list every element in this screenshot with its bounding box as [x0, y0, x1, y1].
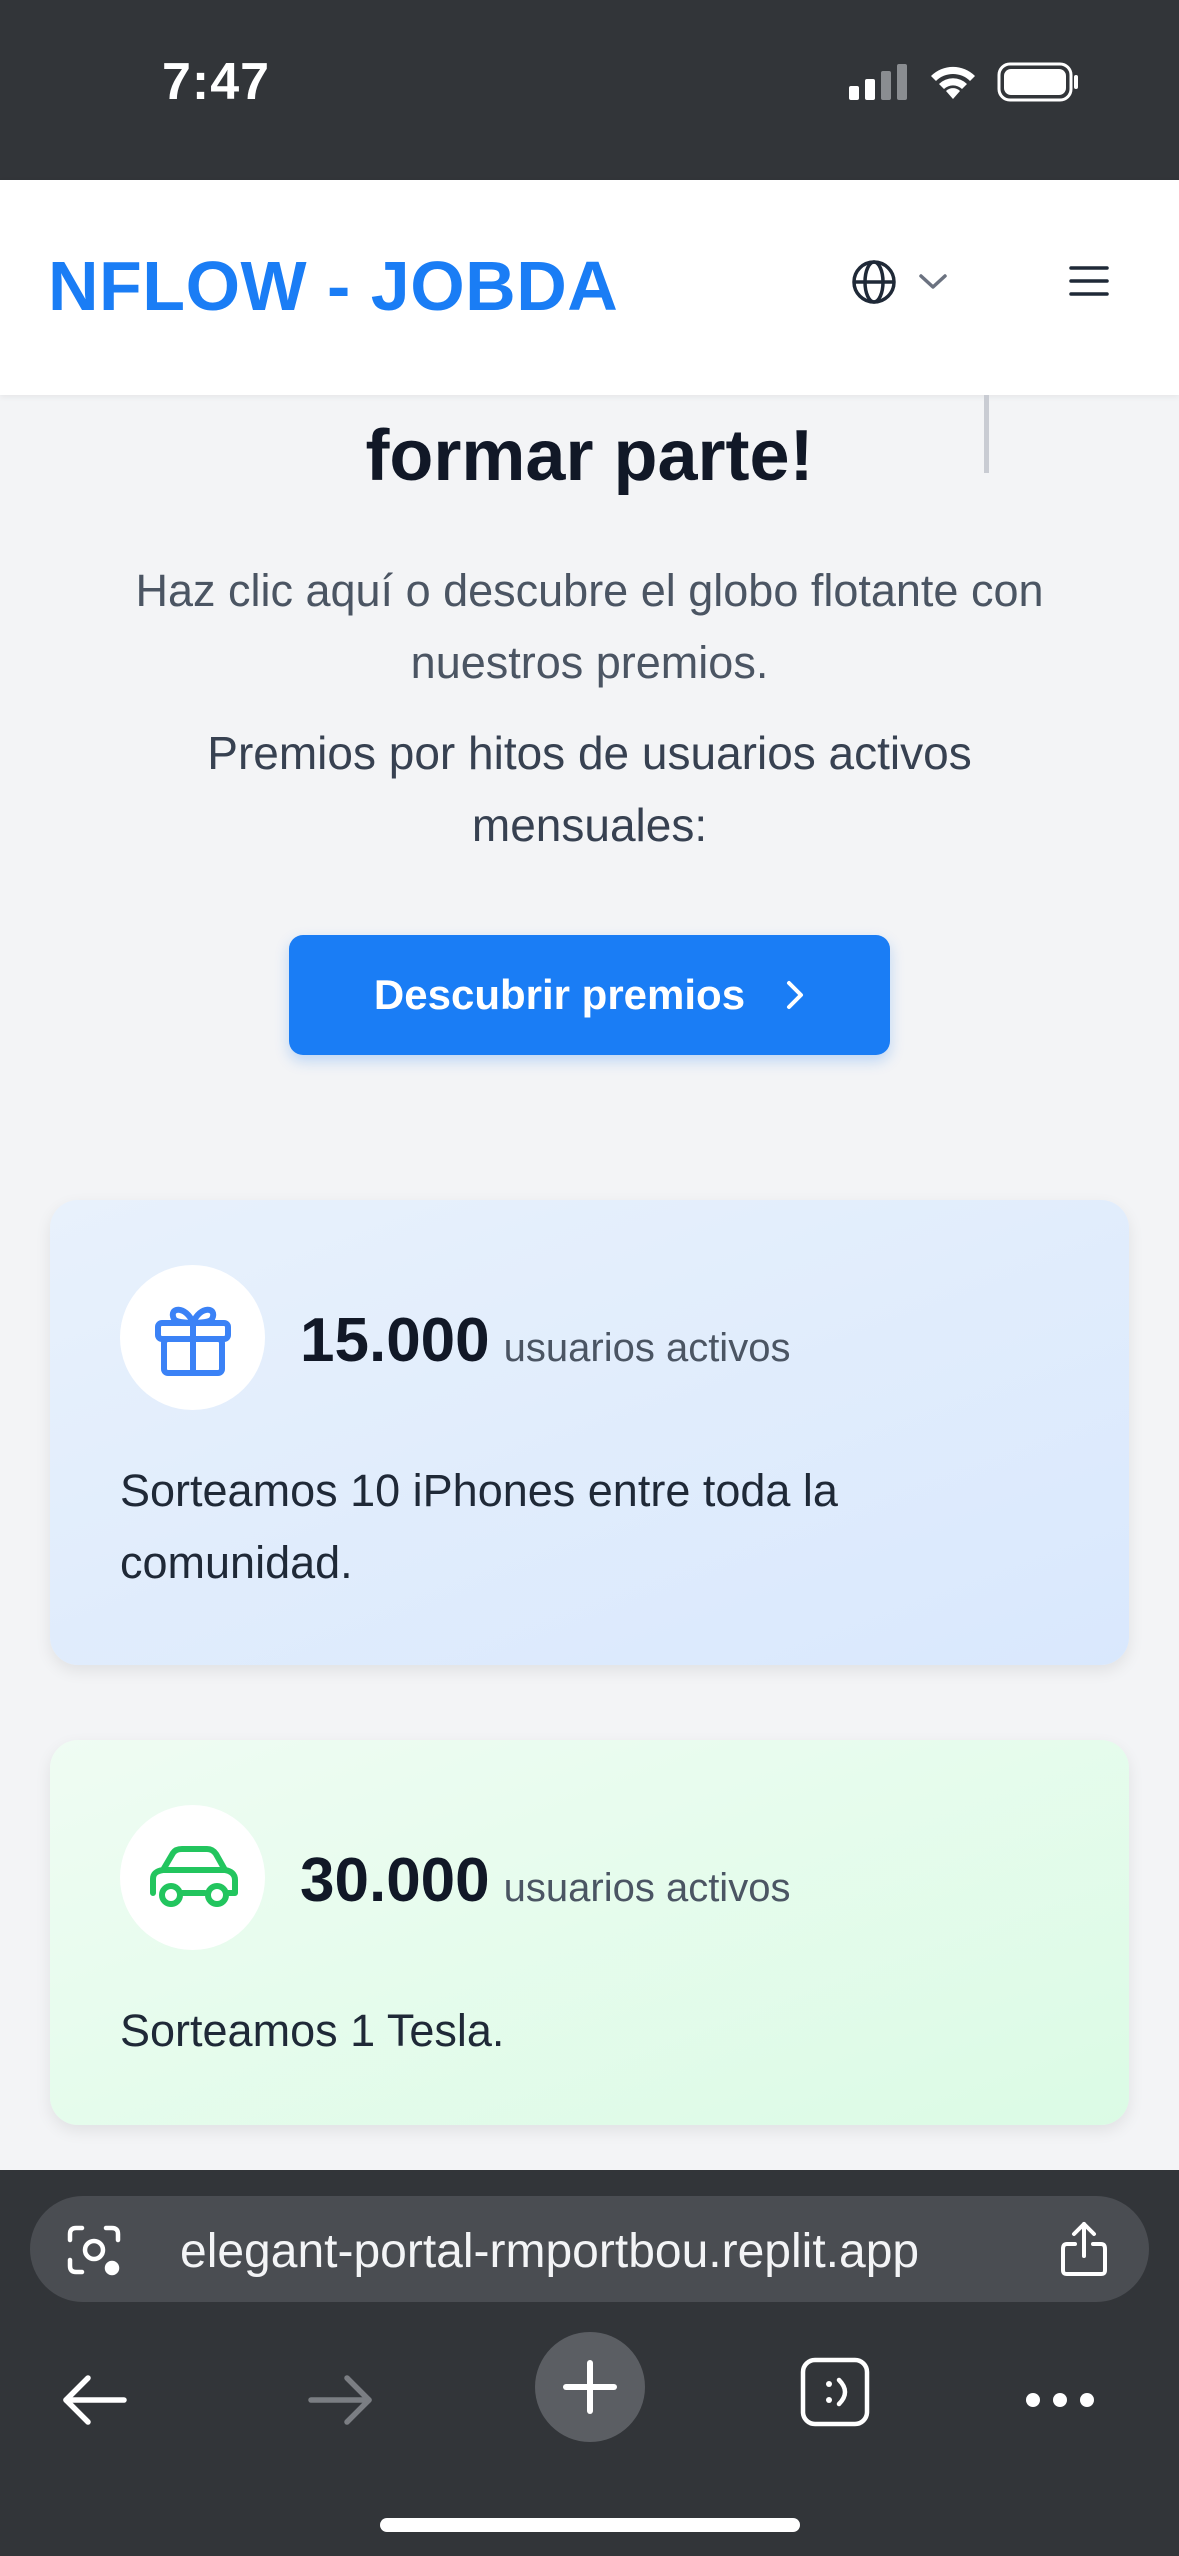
prize-description: Sorteamos 1 Tesla.: [120, 2005, 505, 2056]
site-header: NFLOW - JOBDA: [0, 180, 1179, 395]
discover-prizes-button[interactable]: Descubrir premios: [289, 935, 890, 1055]
new-tab-button[interactable]: [535, 2332, 645, 2442]
status-time: 7:47: [162, 53, 271, 111]
battery-icon: [997, 62, 1078, 102]
home-indicator: [380, 2518, 800, 2532]
signal-icon: [849, 64, 907, 100]
arrow-right-icon: [308, 2375, 372, 2425]
hamburger-icon: [1069, 266, 1109, 296]
status-icons: [849, 62, 1079, 102]
prize-card-30000: 30.000 usuarios activos Sorteamos 1 Tesl…: [50, 1740, 1129, 2125]
hero-subtitle: Premios por hitos de usuarios activos me…: [207, 727, 972, 851]
prize-card-15000: 15.000 usuarios activos Sorteamos 10 iPh…: [50, 1200, 1129, 1665]
prize-icon-container: [120, 1805, 265, 1950]
milestone-value: 30.000: [300, 1846, 490, 1915]
browser-toolbar: elegant-portal-rmportbou.replit.app: [0, 2170, 1179, 2556]
chevron-right-icon: [787, 981, 804, 1009]
address-bar[interactable]: elegant-portal-rmportbou.replit.app: [30, 2196, 1149, 2302]
url-text: elegant-portal-rmportbou.replit.app: [180, 2225, 920, 2278]
tabs-icon: [800, 2357, 870, 2427]
browser-nav: [0, 2330, 1179, 2470]
gift-icon: [154, 1306, 231, 1376]
forward-button[interactable]: [300, 2360, 380, 2440]
arrow-left-icon: [63, 2375, 127, 2425]
status-bar: 7:47: [0, 0, 1179, 180]
more-options-button[interactable]: [1020, 2360, 1100, 2440]
discover-prizes-label: Descubrir premios: [373, 971, 746, 1018]
hero-description: Haz clic aquí o descubre el globo flotan…: [135, 565, 1044, 688]
back-button[interactable]: [55, 2360, 135, 2440]
milestone-heading: 30.000 usuarios activos: [300, 1845, 790, 1916]
milestone-heading: 15.000 usuarios activos: [300, 1305, 790, 1376]
milestone-value: 15.000: [300, 1306, 490, 1375]
hero-title: formar parte!: [365, 416, 814, 496]
prize-description: Sorteamos 10 iPhones entre toda la comun…: [120, 1465, 838, 1588]
menu-button[interactable]: [1069, 264, 1109, 303]
more-icon: [1026, 2393, 1094, 2407]
car-icon: [149, 1845, 238, 1907]
plus-icon: [563, 2360, 617, 2414]
prize-icon-container: [120, 1265, 265, 1410]
chevron-down-icon: [919, 274, 947, 289]
milestone-label: usuarios activos: [503, 1326, 791, 1370]
site-logo[interactable]: NFLOW - JOBDA: [48, 246, 618, 326]
lens-icon[interactable]: [64, 2222, 124, 2278]
wifi-icon: [931, 66, 975, 99]
globe-icon: [852, 260, 896, 304]
main-content: formar parte! Haz clic aquí o descubre e…: [0, 395, 1179, 2170]
milestone-label: usuarios activos: [503, 1866, 791, 1910]
share-icon[interactable]: [1059, 2220, 1109, 2278]
language-selector[interactable]: [850, 258, 948, 306]
tabs-button[interactable]: [795, 2352, 875, 2432]
